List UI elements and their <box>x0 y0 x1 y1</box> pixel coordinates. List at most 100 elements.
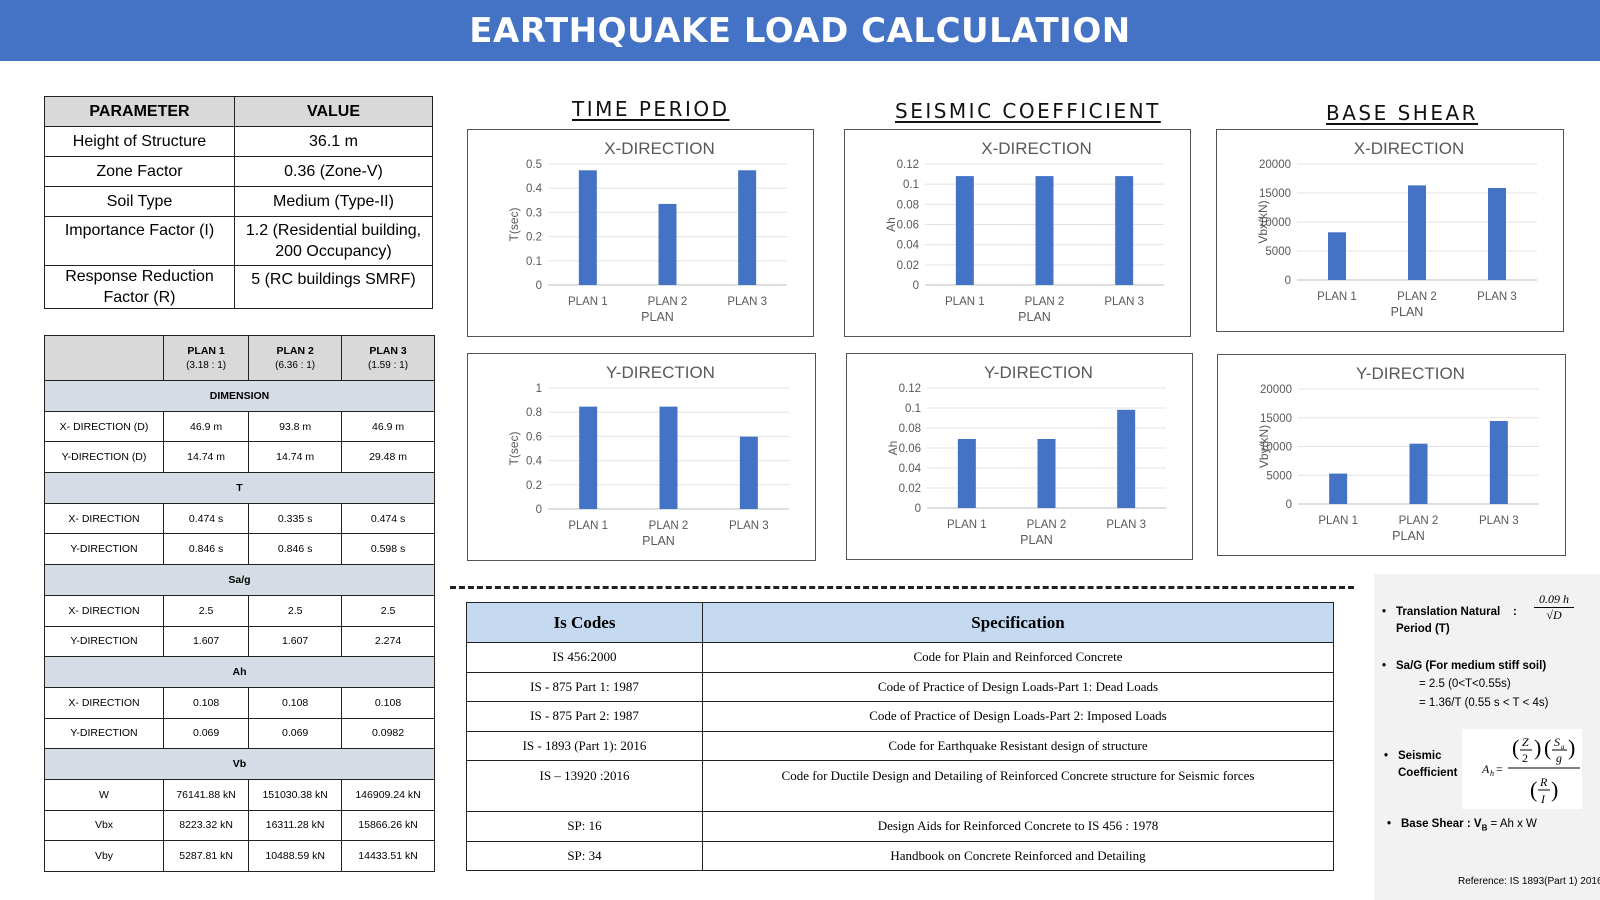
specification-cell: Design Aids for Reinforced Concrete to I… <box>702 811 1334 842</box>
bar-1 <box>1329 473 1348 504</box>
section-title-cell: DIMENSION <box>44 380 435 412</box>
x-tick-label: PLAN 2 <box>1027 519 1067 531</box>
bar-1 <box>957 439 976 508</box>
plan-value-cell: 0.335 s <box>248 502 343 535</box>
section-row: T <box>44 472 435 504</box>
bar-3 <box>738 170 757 285</box>
table-row: IS - 875 Part 1: 1987 Code of Practice of… <box>466 671 1334 702</box>
plan-value-cell: 8223.32 kN <box>162 809 250 842</box>
chart-title: Y-DIRECTION <box>984 363 1093 382</box>
y-tick-label: 0.8 <box>526 407 542 419</box>
specification-cell: Handbook on Concrete Reinforced and Deta… <box>702 840 1334 871</box>
x-axis-label: PLAN <box>641 310 674 324</box>
y-tick-label: 0.08 <box>899 423 921 435</box>
ah-formula: A h = ( Z 2 ) ( S a g ) ( R I ) <box>1462 729 1582 809</box>
plan-ratio: (1.59 : 1) <box>368 359 409 371</box>
base-shear-subscript: B <box>1481 823 1488 833</box>
paren-left: ( <box>1512 735 1519 760</box>
section-title-cell: T <box>44 472 435 504</box>
specification-cell: Code for Earthquake Resistant design of … <box>702 730 1334 761</box>
value-cell: 1.2 (Residential building, 200 Occupancy… <box>234 216 433 266</box>
plan-value-cell: 16311.28 kN <box>248 809 343 842</box>
paren-right: ) <box>1534 735 1541 760</box>
parameter-header-row: PARAMETER VALUE <box>44 96 433 127</box>
ah-z: Z <box>1522 735 1529 749</box>
parameter-cell: Zone Factor <box>44 156 235 187</box>
x-tick-label: PLAN 1 <box>1317 291 1357 303</box>
y-tick-label: 0.4 <box>526 456 543 468</box>
y-tick-label: 0.2 <box>526 480 542 492</box>
x-tick-label: PLAN 2 <box>649 520 689 532</box>
is-code-cell: IS - 875 Part 2: 1987 <box>466 701 703 732</box>
y-tick-label: 0.08 <box>897 199 919 211</box>
plan-value-cell: 0.108 <box>341 686 435 719</box>
chart-title: Y-DIRECTION <box>1356 364 1465 383</box>
translation-period-note: • Translation Natural Period (T) <box>1382 604 1516 638</box>
x-tick-label: PLAN 1 <box>568 296 608 308</box>
plan-value-cell: 0.108 <box>248 686 343 719</box>
plan-value-cell: 2.5 <box>248 594 343 627</box>
table-row: W 76141.88 kN 151030.38 kN 146909.24 kN <box>44 778 435 811</box>
row-label-cell: Y-DIRECTION (D) <box>44 441 164 474</box>
x-tick-label: PLAN 1 <box>947 519 987 531</box>
reference-note: Reference: IS 1893(Part 1) 2016 <box>1458 876 1600 887</box>
paren-left: ( <box>1544 735 1551 760</box>
section-row: Sa/g <box>44 564 435 596</box>
x-tick-label: PLAN 3 <box>727 296 767 308</box>
is-codes-table: Is Codes Specification IS 456:2000 Code f… <box>466 602 1334 871</box>
row-label-cell: Y-DIRECTION <box>44 717 164 750</box>
chart-title: Y-DIRECTION <box>606 363 715 382</box>
plans-table-body: DIMENSION X- DIRECTION (D) 46.9 m 93.8 m 46.… <box>44 380 435 872</box>
dashed-divider <box>450 586 1354 589</box>
parameter-table: PARAMETER VALUE Height of Structure 36.1… <box>44 96 433 309</box>
bar-2 <box>659 406 678 509</box>
table-row: IS 456:2000 Code for Plain and Reinforced… <box>466 642 1334 673</box>
value-header: VALUE <box>234 96 433 127</box>
is-code-cell: IS - 875 Part 1: 1987 <box>466 671 703 702</box>
table-row: IS – 13920 :2016 Code for Ductile Design … <box>466 760 1334 812</box>
x-tick-label: PLAN 3 <box>1477 291 1517 303</box>
y-tick-label: 10000 <box>1260 442 1292 454</box>
paren-right: ) <box>1568 735 1575 760</box>
y-tick-label: 0 <box>915 503 921 515</box>
table-row: X- DIRECTION 0.108 0.108 0.108 <box>44 686 435 719</box>
bullet-icon: • <box>1387 818 1392 830</box>
sag-line-1: = 2.5 (0<T<0.55s) <box>1419 678 1511 690</box>
table-row: Soil Type Medium (Type-II) <box>44 186 433 217</box>
bar-3 <box>739 436 758 509</box>
parameter-cell: Importance Factor (I) <box>44 216 235 266</box>
formula-denominator: √D <box>1546 608 1562 622</box>
plan-value-cell: 146909.24 kN <box>341 778 435 811</box>
ah-i: I <box>1540 792 1546 806</box>
y-tick-label: 0 <box>913 280 919 292</box>
title-bar: EARTHQUAKE LOAD CALCULATION <box>0 0 1600 61</box>
plan-value-cell: 1.607 <box>248 625 343 658</box>
plan-name: PLAN 2 <box>276 344 314 357</box>
section-row: Vb <box>44 748 435 780</box>
ah-s: S <box>1554 735 1560 749</box>
x-tick-label: PLAN 2 <box>648 296 688 308</box>
base-shear-title: BASE SHEAR <box>1326 101 1479 125</box>
bar-3 <box>1488 187 1506 280</box>
chart-title: X-DIRECTION <box>604 139 715 158</box>
plan-2-header: PLAN 2 (6.36 : 1) <box>248 335 343 381</box>
y-tick-label: 0.3 <box>526 207 542 219</box>
bar-2 <box>1037 439 1056 508</box>
plan-value-cell: 2.5 <box>162 594 250 627</box>
ah-lhs: A <box>1481 762 1490 776</box>
plan-value-cell: 76141.88 kN <box>162 778 250 811</box>
plan-value-cell: 14.74 m <box>162 441 250 474</box>
table-row: SP: 34 Handbook on Concrete Reinforced an… <box>466 840 1334 871</box>
table-row: Height of Structure 36.1 m <box>44 126 433 157</box>
plan-value-cell: 0.598 s <box>341 533 435 566</box>
x-tick-label: PLAN 1 <box>568 520 608 532</box>
chart-svg: X-DIRECTIONAh00.020.040.060.080.10.12PLA… <box>884 139 1164 324</box>
section-row: Ah <box>44 656 435 688</box>
table-row: Y-DIRECTION (D) 14.74 m 14.74 m 29.48 m <box>44 441 435 474</box>
value-cell: Medium (Type-II) <box>234 186 433 217</box>
x-tick-label: PLAN 2 <box>1399 515 1439 527</box>
plan-value-cell: 0.846 s <box>162 533 250 566</box>
x-tick-label: PLAN 2 <box>1397 291 1437 303</box>
table-row: Vbx 8223.32 kN 16311.28 kN 15866.26 kN <box>44 809 435 842</box>
base-shear-y-chart: Y-DIRECTION Vby(kN) 0 5000 10000 15000 20000 PL… <box>1217 354 1566 556</box>
